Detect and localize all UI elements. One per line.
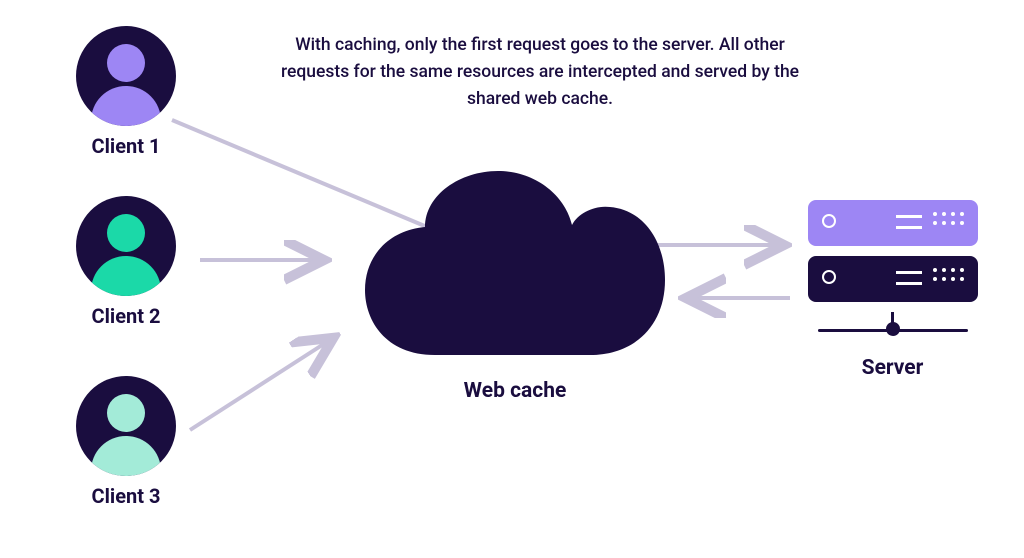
web-cache-label: Web cache — [360, 379, 670, 403]
user-icon — [76, 26, 176, 126]
web-cache: Web cache — [360, 165, 670, 403]
diagram-description: With caching, only the first request goe… — [260, 32, 820, 113]
server-icon — [808, 200, 978, 342]
client-3: Client 3 — [66, 376, 186, 508]
server-unit-1 — [808, 200, 978, 246]
server-stand — [808, 312, 978, 342]
user-icon — [76, 196, 176, 296]
client-2-label: Client 2 — [66, 304, 186, 328]
client-1: Client 1 — [66, 26, 186, 158]
client-3-label: Client 3 — [66, 484, 186, 508]
client-1-label: Client 1 — [66, 134, 186, 158]
client-2: Client 2 — [66, 196, 186, 328]
user-icon — [76, 376, 176, 476]
cloud-icon — [360, 165, 670, 365]
server: Server — [800, 200, 985, 380]
server-label: Server — [800, 356, 985, 380]
server-unit-2 — [808, 256, 978, 302]
arrow-client3-cache — [190, 340, 330, 430]
